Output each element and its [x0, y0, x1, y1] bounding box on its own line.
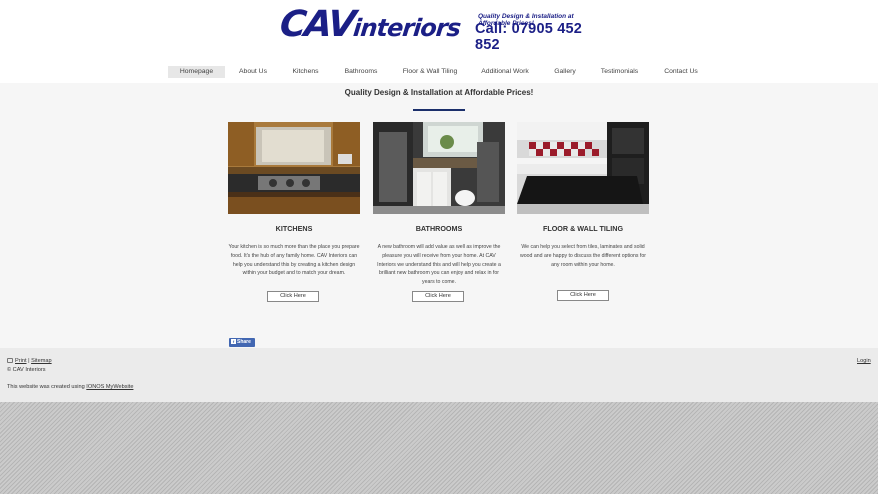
created-prefix: This website was created using [7, 384, 87, 390]
card-description: We can help you select from tiles, lamin… [520, 244, 646, 268]
site-logo[interactable]: CAVinteriors Quality Design & Installati… [277, 3, 605, 53]
nav-item-about-us[interactable]: About Us [233, 66, 273, 78]
bathrooms-click-here-button[interactable]: Click Here [412, 291, 464, 302]
title-divider [413, 109, 465, 111]
logo-sub: interiors [351, 14, 462, 42]
nav-item-kitchens[interactable]: Kitchens [287, 66, 324, 78]
card-kitchens: KITCHENS Your kitchen is so much more th… [228, 122, 360, 312]
logo-wordmark: CAVinteriors [277, 3, 462, 47]
nav-item-homepage[interactable]: Homepage [168, 66, 225, 78]
bathroom-photo[interactable] [373, 122, 505, 214]
card-title: FLOOR & WALL TILING [542, 224, 624, 233]
facebook-share-button[interactable]: f Share [229, 338, 255, 347]
card-title: BATHROOMS [415, 224, 463, 233]
facebook-icon: f [231, 339, 236, 344]
tiling-click-here-button[interactable]: Click Here [557, 290, 609, 301]
kitchen-photo[interactable] [228, 122, 360, 214]
sitemap-link[interactable]: Sitemap [31, 358, 52, 364]
nav-item-contact-us[interactable]: Contact Us [659, 66, 703, 78]
print-icon [7, 358, 13, 363]
nav-item-additional-work[interactable]: Additional Work [477, 66, 533, 78]
share-label: Share [237, 339, 251, 345]
card-bathrooms: BATHROOMS A new bathroom will add value … [373, 122, 505, 312]
nav-item-testimonials[interactable]: Testimonials [597, 66, 642, 78]
kitchens-click-here-button[interactable]: Click Here [267, 291, 319, 302]
card-description: A new bathroom will add value as well as… [377, 244, 501, 286]
print-link[interactable]: Print [15, 358, 27, 364]
copyright-text: © CAV Interiors [7, 367, 46, 373]
footer-links: Print | Sitemap [7, 358, 52, 364]
site-header: CAVinteriors Quality Design & Installati… [0, 0, 878, 83]
main-content: Quality Design & Installation at Afforda… [0, 83, 878, 348]
created-with-text: This website was created using IONOS MyW… [7, 384, 133, 390]
main-nav: Homepage About Us Kitchens Bathrooms Flo… [167, 66, 712, 78]
nav-item-floor-wall-tiling[interactable]: Floor & Wall Tiling [397, 66, 463, 78]
ionos-link[interactable]: IONOS MyWebsite [86, 384, 133, 390]
page-title: Quality Design & Installation at Afforda… [344, 88, 534, 97]
logo-phone: Call: 07905 452 852 [475, 21, 582, 53]
card-description: Your kitchen is so much more than the pl… [228, 244, 360, 277]
logo-main: CAV [277, 4, 356, 45]
card-floor-wall-tiling: FLOOR & WALL TILING We can help you sele… [517, 122, 649, 312]
site-footer: Print | Sitemap © CAV Interiors This web… [0, 348, 878, 402]
login-link[interactable]: Login [857, 358, 871, 364]
nav-item-bathrooms[interactable]: Bathrooms [339, 66, 383, 78]
nav-item-gallery[interactable]: Gallery [548, 66, 582, 78]
card-title: KITCHENS [275, 224, 313, 233]
tiling-photo[interactable] [517, 122, 649, 214]
